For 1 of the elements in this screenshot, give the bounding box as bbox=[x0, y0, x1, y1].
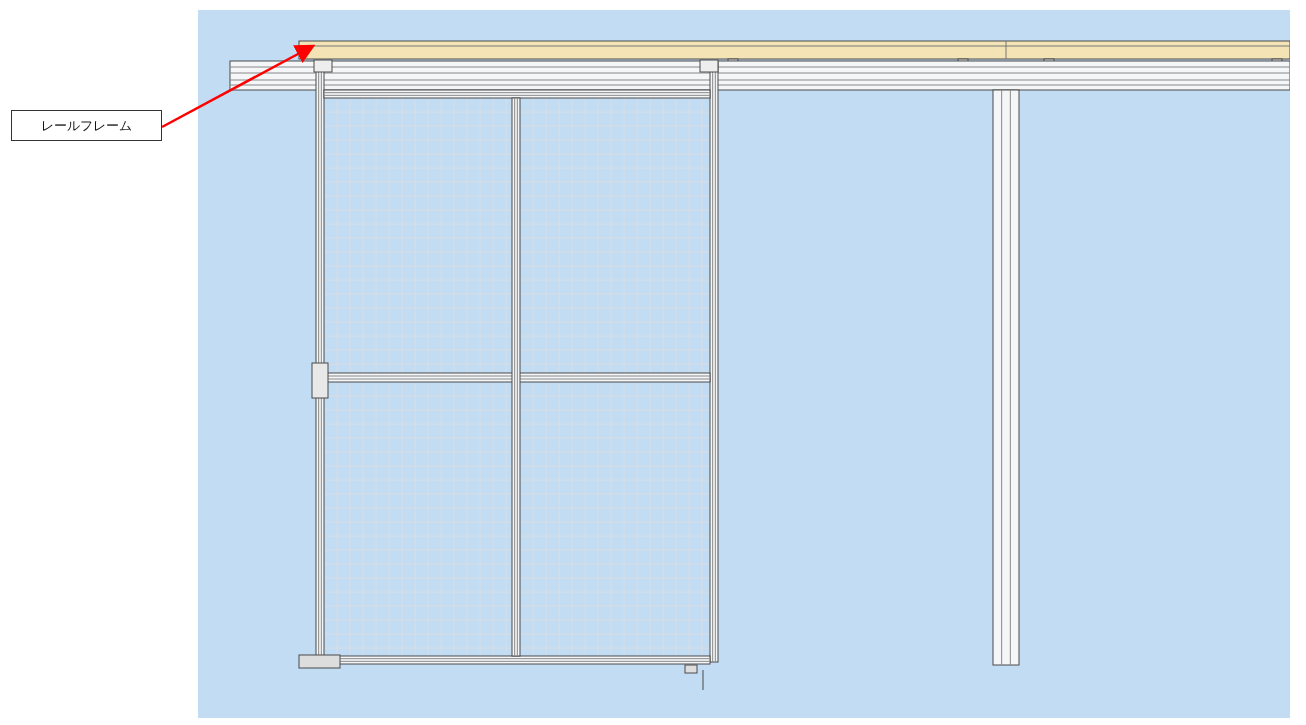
callout-label: レールフレーム bbox=[11, 110, 162, 141]
